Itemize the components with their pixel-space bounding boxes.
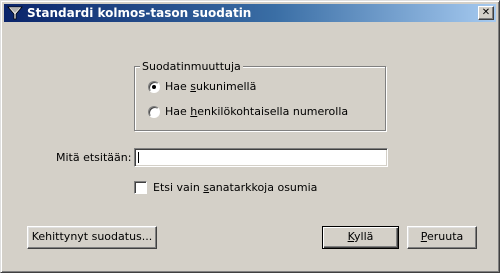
exact-match-option[interactable]: Etsi vain sanatarkkoja osumia <box>134 181 317 194</box>
exact-match-label: Etsi vain sanatarkkoja osumia <box>153 181 318 194</box>
search-input[interactable] <box>134 148 388 167</box>
radio-surname[interactable]: Hae sukunimellä <box>148 80 256 93</box>
cancel-button[interactable]: Peruuta <box>407 226 477 249</box>
search-label: Mitä etsitään: <box>56 151 132 164</box>
group-legend: Suodatinmuuttuja <box>140 60 243 73</box>
title-bar[interactable]: Standardi kolmos-tason suodatin ✕ <box>4 4 496 22</box>
radio-button-checked[interactable] <box>148 80 160 93</box>
radio-button[interactable] <box>148 105 160 118</box>
radio-surname-label: Hae sukunimellä <box>165 80 257 93</box>
close-button[interactable]: ✕ <box>478 6 494 20</box>
filter-variable-group <box>134 66 386 131</box>
radio-personal-number[interactable]: Hae henkilökohtaisella numerolla <box>148 105 348 118</box>
window-title: Standardi kolmos-tason suodatin <box>27 6 252 20</box>
radio-personal-number-label: Hae henkilökohtaisella numerolla <box>165 105 349 118</box>
filter-dialog: Standardi kolmos-tason suodatin ✕ Suodat… <box>0 0 500 273</box>
filter-funnel-icon <box>7 6 23 20</box>
advanced-filter-button[interactable]: Kehittynyt suodatus... <box>27 226 157 249</box>
text-caret <box>138 152 139 163</box>
exact-match-checkbox[interactable] <box>134 181 147 194</box>
ok-button[interactable]: Kyllä <box>322 226 399 249</box>
